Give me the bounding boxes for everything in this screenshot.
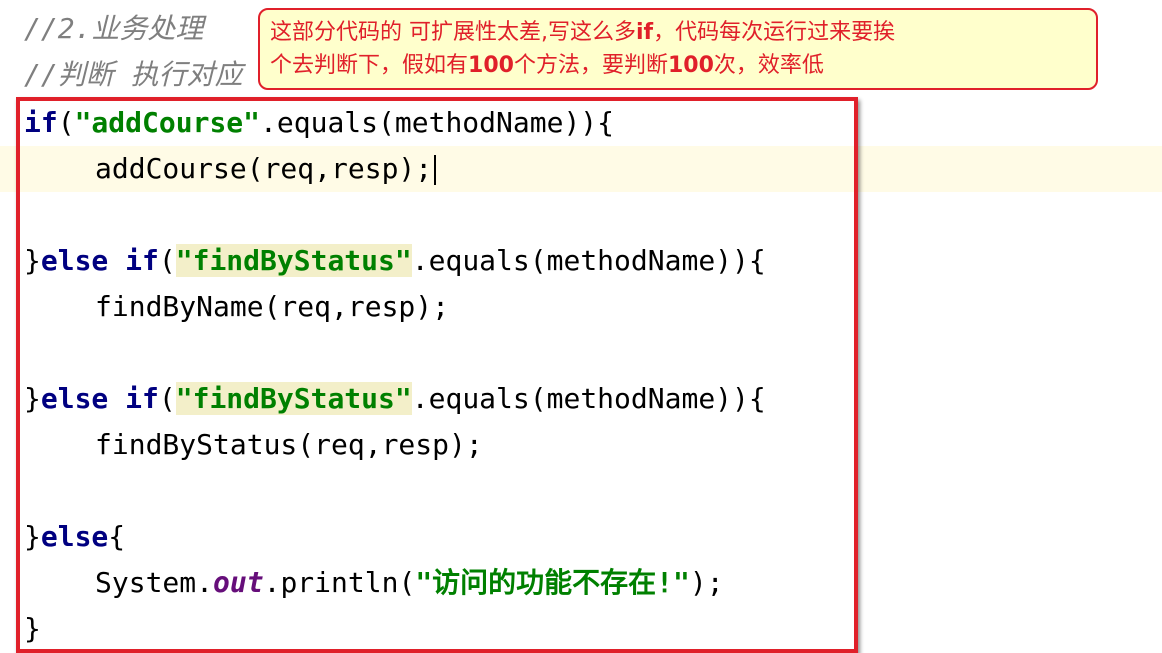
comment-line-judge: //判断 执行对应 (24, 52, 243, 98)
comment-text: //判断 执行对应 (24, 58, 243, 91)
callout-text: 这部分代码的 可扩展性太差,写这么多 (270, 20, 636, 45)
callout-text: 个方法，要判断 (513, 53, 668, 78)
callout-line-1: 这部分代码的 可扩展性太差,写这么多if，代码每次运行过来要挨 (270, 16, 1086, 49)
callout-text: 次，效率低 (713, 53, 824, 78)
callout-text: 个去判断下，假如有 (270, 53, 469, 78)
callout-bold-if: if (636, 20, 654, 45)
annotation-red-box (16, 97, 858, 653)
callout-bold-number: 100 (468, 53, 514, 78)
callout-text: ，代码每次运行过来要挨 (653, 20, 896, 45)
comment-line-business: //2.业务处理 (24, 6, 203, 52)
callout-line-2: 个去判断下，假如有100个方法，要判断100次，效率低 (270, 49, 1086, 82)
callout-bold-number: 100 (667, 53, 714, 78)
comment-text: //2.业务处理 (24, 12, 204, 45)
annotation-callout: 这部分代码的 可扩展性太差,写这么多if，代码每次运行过来要挨 个去判断下，假如… (258, 8, 1098, 90)
